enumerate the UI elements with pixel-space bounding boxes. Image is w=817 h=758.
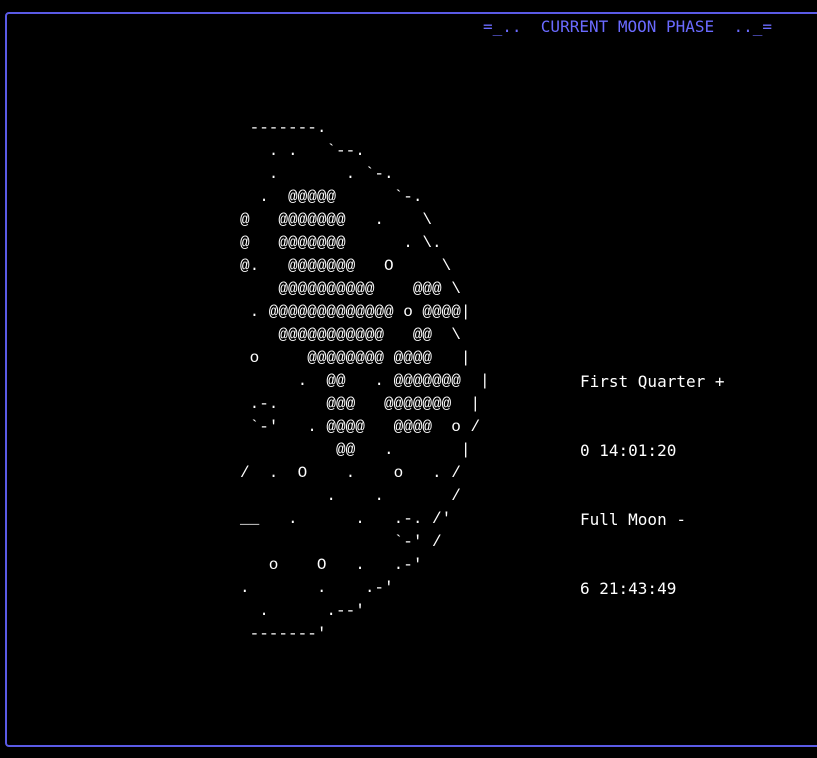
time-until-next-phase: 6 21:43:49	[580, 579, 677, 598]
panel-title: =_.. CURRENT MOON PHASE .._=	[477, 17, 778, 37]
time-since-previous-phase: 0 14:01:20	[580, 441, 677, 460]
next-phase-label: Full Moon -	[580, 510, 686, 529]
moon-ascii-art: -------. . . `--. . . `-. . @@@@@ `-. @ …	[240, 119, 490, 643]
previous-phase-label: First Quarter +	[580, 372, 725, 391]
phase-info: First Quarter + 0 14:01:20 Full Moon - 6…	[580, 324, 725, 623]
